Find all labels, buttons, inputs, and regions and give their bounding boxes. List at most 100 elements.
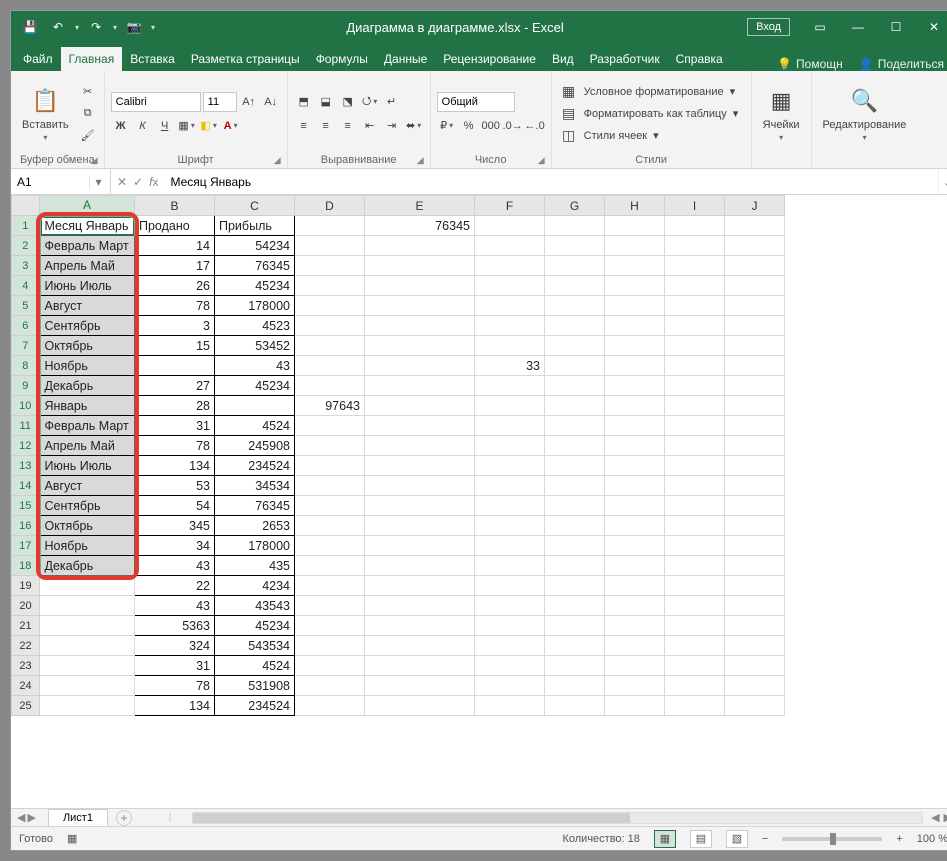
cancel-formula-icon[interactable]: ✕ [117, 175, 127, 189]
tab-вид[interactable]: Вид [544, 47, 582, 71]
cell-D13[interactable] [295, 456, 365, 476]
tell-me[interactable]: 💡 Помощн [769, 57, 851, 71]
cell-C25[interactable]: 234524 [215, 696, 295, 716]
align-middle-icon[interactable]: ⬓ [316, 92, 336, 112]
font-size-input[interactable] [203, 92, 237, 112]
cell-C20[interactable]: 43543 [215, 596, 295, 616]
name-box[interactable]: ▾ [11, 169, 111, 194]
row-header-21[interactable]: 21 [12, 616, 40, 636]
save-icon[interactable]: 💾 [19, 16, 41, 38]
cell-J6[interactable] [725, 316, 785, 336]
cell-B12[interactable]: 78 [135, 436, 215, 456]
conditional-formatting-button[interactable]: ▦Условное форматирование ▾ [558, 82, 741, 102]
cell-E5[interactable] [365, 296, 475, 316]
row-header-10[interactable]: 10 [12, 396, 40, 416]
column-header-E[interactable]: E [365, 196, 475, 216]
italic-icon[interactable]: К [133, 116, 153, 136]
column-header-C[interactable]: C [215, 196, 295, 216]
cell-C5[interactable]: 178000 [215, 296, 295, 316]
cell-J20[interactable] [725, 596, 785, 616]
cell-J15[interactable] [725, 496, 785, 516]
cell-B4[interactable]: 26 [135, 276, 215, 296]
cell-H5[interactable] [605, 296, 665, 316]
cell-F15[interactable] [475, 496, 545, 516]
cell-E25[interactable] [365, 696, 475, 716]
percent-icon[interactable]: % [459, 116, 479, 136]
editing-button[interactable]: 🔍 Редактирование ▾ [818, 82, 912, 145]
cell-J22[interactable] [725, 636, 785, 656]
cell-B9[interactable]: 27 [135, 376, 215, 396]
dialog-launcher-icon[interactable]: ◢ [538, 155, 545, 166]
format-painter-icon[interactable]: 🖌 [78, 126, 98, 146]
cell-C16[interactable]: 2653 [215, 516, 295, 536]
cell-E10[interactable] [365, 396, 475, 416]
cell-C19[interactable]: 4234 [215, 576, 295, 596]
cell-I21[interactable] [665, 616, 725, 636]
cell-D3[interactable] [295, 256, 365, 276]
cell-B5[interactable]: 78 [135, 296, 215, 316]
scroll-left-icon[interactable]: ◀ [931, 811, 939, 824]
cell-E11[interactable] [365, 416, 475, 436]
tab-файл[interactable]: Файл [15, 47, 61, 71]
cell-I18[interactable] [665, 556, 725, 576]
row-header-15[interactable]: 15 [12, 496, 40, 516]
zoom-level[interactable]: 100 % [917, 833, 947, 845]
column-header-G[interactable]: G [545, 196, 605, 216]
cell-D8[interactable] [295, 356, 365, 376]
cell-I14[interactable] [665, 476, 725, 496]
cell-J8[interactable] [725, 356, 785, 376]
cut-icon[interactable]: ✂ [78, 82, 98, 102]
align-top-icon[interactable]: ⬒ [294, 92, 314, 112]
dialog-launcher-icon[interactable]: ◢ [417, 155, 424, 166]
share-button[interactable]: 👤 Поделиться [851, 57, 947, 71]
cell-I16[interactable] [665, 516, 725, 536]
cell-C7[interactable]: 53452 [215, 336, 295, 356]
tab-разработчик[interactable]: Разработчик [582, 47, 668, 71]
cell-C3[interactable]: 76345 [215, 256, 295, 276]
cell-J9[interactable] [725, 376, 785, 396]
cell-B15[interactable]: 54 [135, 496, 215, 516]
cell-A6[interactable]: Сентябрь [40, 316, 135, 336]
cell-I19[interactable] [665, 576, 725, 596]
cell-G10[interactable] [545, 396, 605, 416]
merge-icon[interactable]: ⬌ [404, 116, 424, 136]
cell-J23[interactable] [725, 656, 785, 676]
cell-styles-button[interactable]: ◫Стили ячеек ▾ [558, 126, 741, 146]
row-header-25[interactable]: 25 [12, 696, 40, 716]
cell-B7[interactable]: 15 [135, 336, 215, 356]
tab-формулы[interactable]: Формулы [308, 47, 376, 71]
row-header-18[interactable]: 18 [12, 556, 40, 576]
cell-H16[interactable] [605, 516, 665, 536]
cell-F25[interactable] [475, 696, 545, 716]
cell-E2[interactable] [365, 236, 475, 256]
redo-dropdown-icon[interactable]: ▾ [113, 23, 117, 32]
view-page-break-icon[interactable]: ▧ [726, 830, 748, 848]
name-box-input[interactable] [11, 175, 89, 189]
expand-formula-bar-icon[interactable]: ⌄ [938, 169, 947, 194]
cell-I23[interactable] [665, 656, 725, 676]
add-sheet-icon[interactable]: + [116, 810, 132, 826]
view-page-layout-icon[interactable]: ▤ [690, 830, 712, 848]
cell-D1[interactable] [295, 216, 365, 236]
dialog-launcher-icon[interactable]: ◢ [274, 155, 281, 166]
cell-A24[interactable] [40, 676, 135, 696]
cell-I6[interactable] [665, 316, 725, 336]
cell-B6[interactable]: 3 [135, 316, 215, 336]
cell-E21[interactable] [365, 616, 475, 636]
cell-C24[interactable]: 531908 [215, 676, 295, 696]
cell-F21[interactable] [475, 616, 545, 636]
cell-J19[interactable] [725, 576, 785, 596]
cell-D24[interactable] [295, 676, 365, 696]
cell-G8[interactable] [545, 356, 605, 376]
copy-icon[interactable]: ⧉ [78, 104, 98, 124]
cell-H4[interactable] [605, 276, 665, 296]
cell-A16[interactable]: Октябрь [40, 516, 135, 536]
cell-F9[interactable] [475, 376, 545, 396]
row-header-8[interactable]: 8 [12, 356, 40, 376]
cell-J24[interactable] [725, 676, 785, 696]
cell-F22[interactable] [475, 636, 545, 656]
cell-G20[interactable] [545, 596, 605, 616]
cell-I8[interactable] [665, 356, 725, 376]
cell-C12[interactable]: 245908 [215, 436, 295, 456]
currency-icon[interactable]: ₽ [437, 116, 457, 136]
